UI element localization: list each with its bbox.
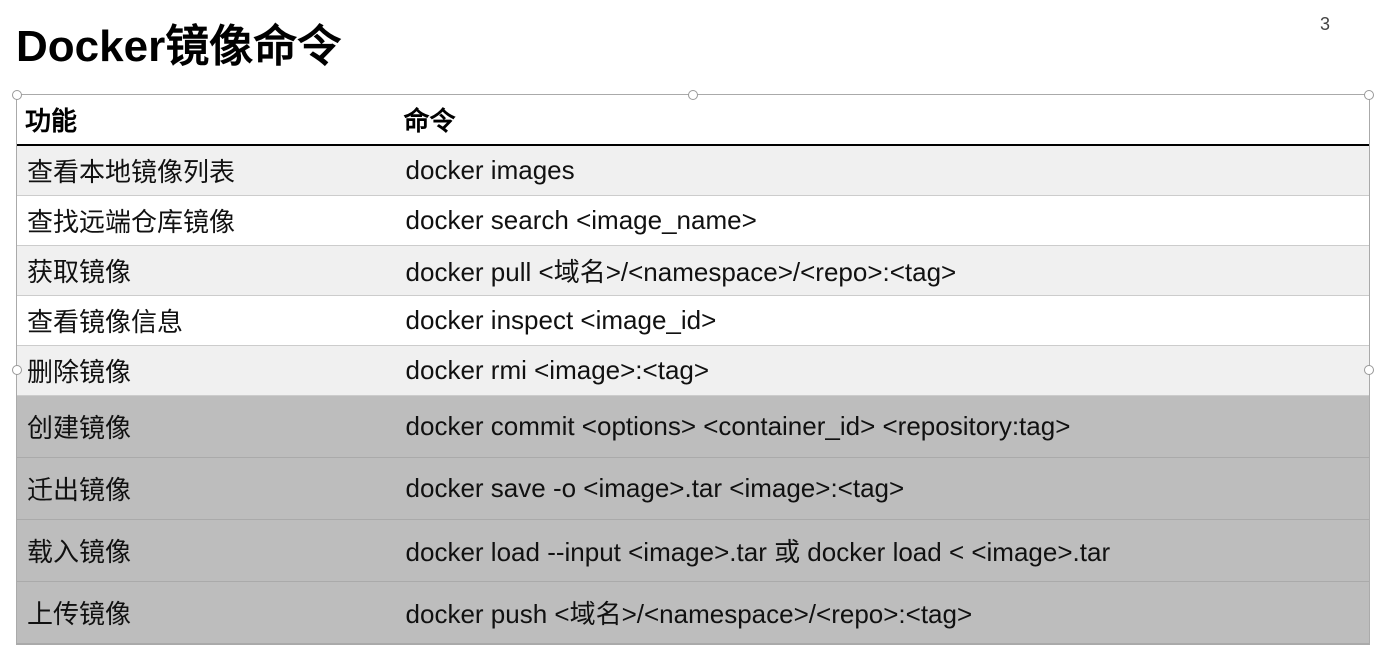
- table-row: 获取镜像docker pull <域名>/<namespace>/<repo>:…: [17, 246, 1369, 296]
- table-row: 删除镜像docker rmi <image>:<tag>: [17, 346, 1369, 396]
- cell-function: 查看镜像信息: [17, 296, 396, 346]
- resize-handle-icon[interactable]: [1364, 90, 1374, 100]
- cell-command: docker pull <域名>/<namespace>/<repo>:<tag…: [396, 246, 1369, 296]
- cell-command: docker commit <options> <container_id> <…: [396, 396, 1369, 458]
- cell-function: 载入镜像: [17, 520, 396, 582]
- commands-table: 功能 命令 查看本地镜像列表docker images查找远端仓库镜像docke…: [17, 95, 1369, 644]
- table-header-row: 功能 命令: [17, 95, 1369, 145]
- header-function: 功能: [17, 95, 396, 145]
- cell-function: 查看本地镜像列表: [17, 145, 396, 196]
- cell-command: docker load --input <image>.tar 或 docker…: [396, 520, 1369, 582]
- cell-command: docker rmi <image>:<tag>: [396, 346, 1369, 396]
- table-row: 查找远端仓库镜像docker search <image_name>: [17, 196, 1369, 246]
- table-selection-frame[interactable]: 功能 命令 查看本地镜像列表docker images查找远端仓库镜像docke…: [16, 94, 1370, 645]
- cell-function: 获取镜像: [17, 246, 396, 296]
- table-row: 迁出镜像docker save -o <image>.tar <image>:<…: [17, 458, 1369, 520]
- slide-header: Docker镜像命令 3: [16, 10, 1370, 74]
- table-row: 查看本地镜像列表docker images: [17, 145, 1369, 196]
- cell-command: docker save -o <image>.tar <image>:<tag>: [396, 458, 1369, 520]
- table-body: 查看本地镜像列表docker images查找远端仓库镜像docker sear…: [17, 145, 1369, 644]
- cell-command: docker images: [396, 145, 1369, 196]
- resize-handle-icon[interactable]: [688, 90, 698, 100]
- cell-function: 查找远端仓库镜像: [17, 196, 396, 246]
- cell-command: docker search <image_name>: [396, 196, 1369, 246]
- cell-function: 迁出镜像: [17, 458, 396, 520]
- table-row: 查看镜像信息docker inspect <image_id>: [17, 296, 1369, 346]
- cell-function: 删除镜像: [17, 346, 396, 396]
- slide-number: 3: [1320, 10, 1370, 35]
- resize-handle-icon[interactable]: [12, 365, 22, 375]
- cell-function: 上传镜像: [17, 582, 396, 644]
- slide-title: Docker镜像命令: [16, 10, 341, 74]
- cell-command: docker push <域名>/<namespace>/<repo>:<tag…: [396, 582, 1369, 644]
- resize-handle-icon[interactable]: [1364, 365, 1374, 375]
- table-row: 创建镜像docker commit <options> <container_i…: [17, 396, 1369, 458]
- cell-function: 创建镜像: [17, 396, 396, 458]
- table-row: 上传镜像docker push <域名>/<namespace>/<repo>:…: [17, 582, 1369, 644]
- resize-handle-icon[interactable]: [12, 90, 22, 100]
- cell-command: docker inspect <image_id>: [396, 296, 1369, 346]
- table-row: 载入镜像docker load --input <image>.tar 或 do…: [17, 520, 1369, 582]
- header-command: 命令: [396, 95, 1369, 145]
